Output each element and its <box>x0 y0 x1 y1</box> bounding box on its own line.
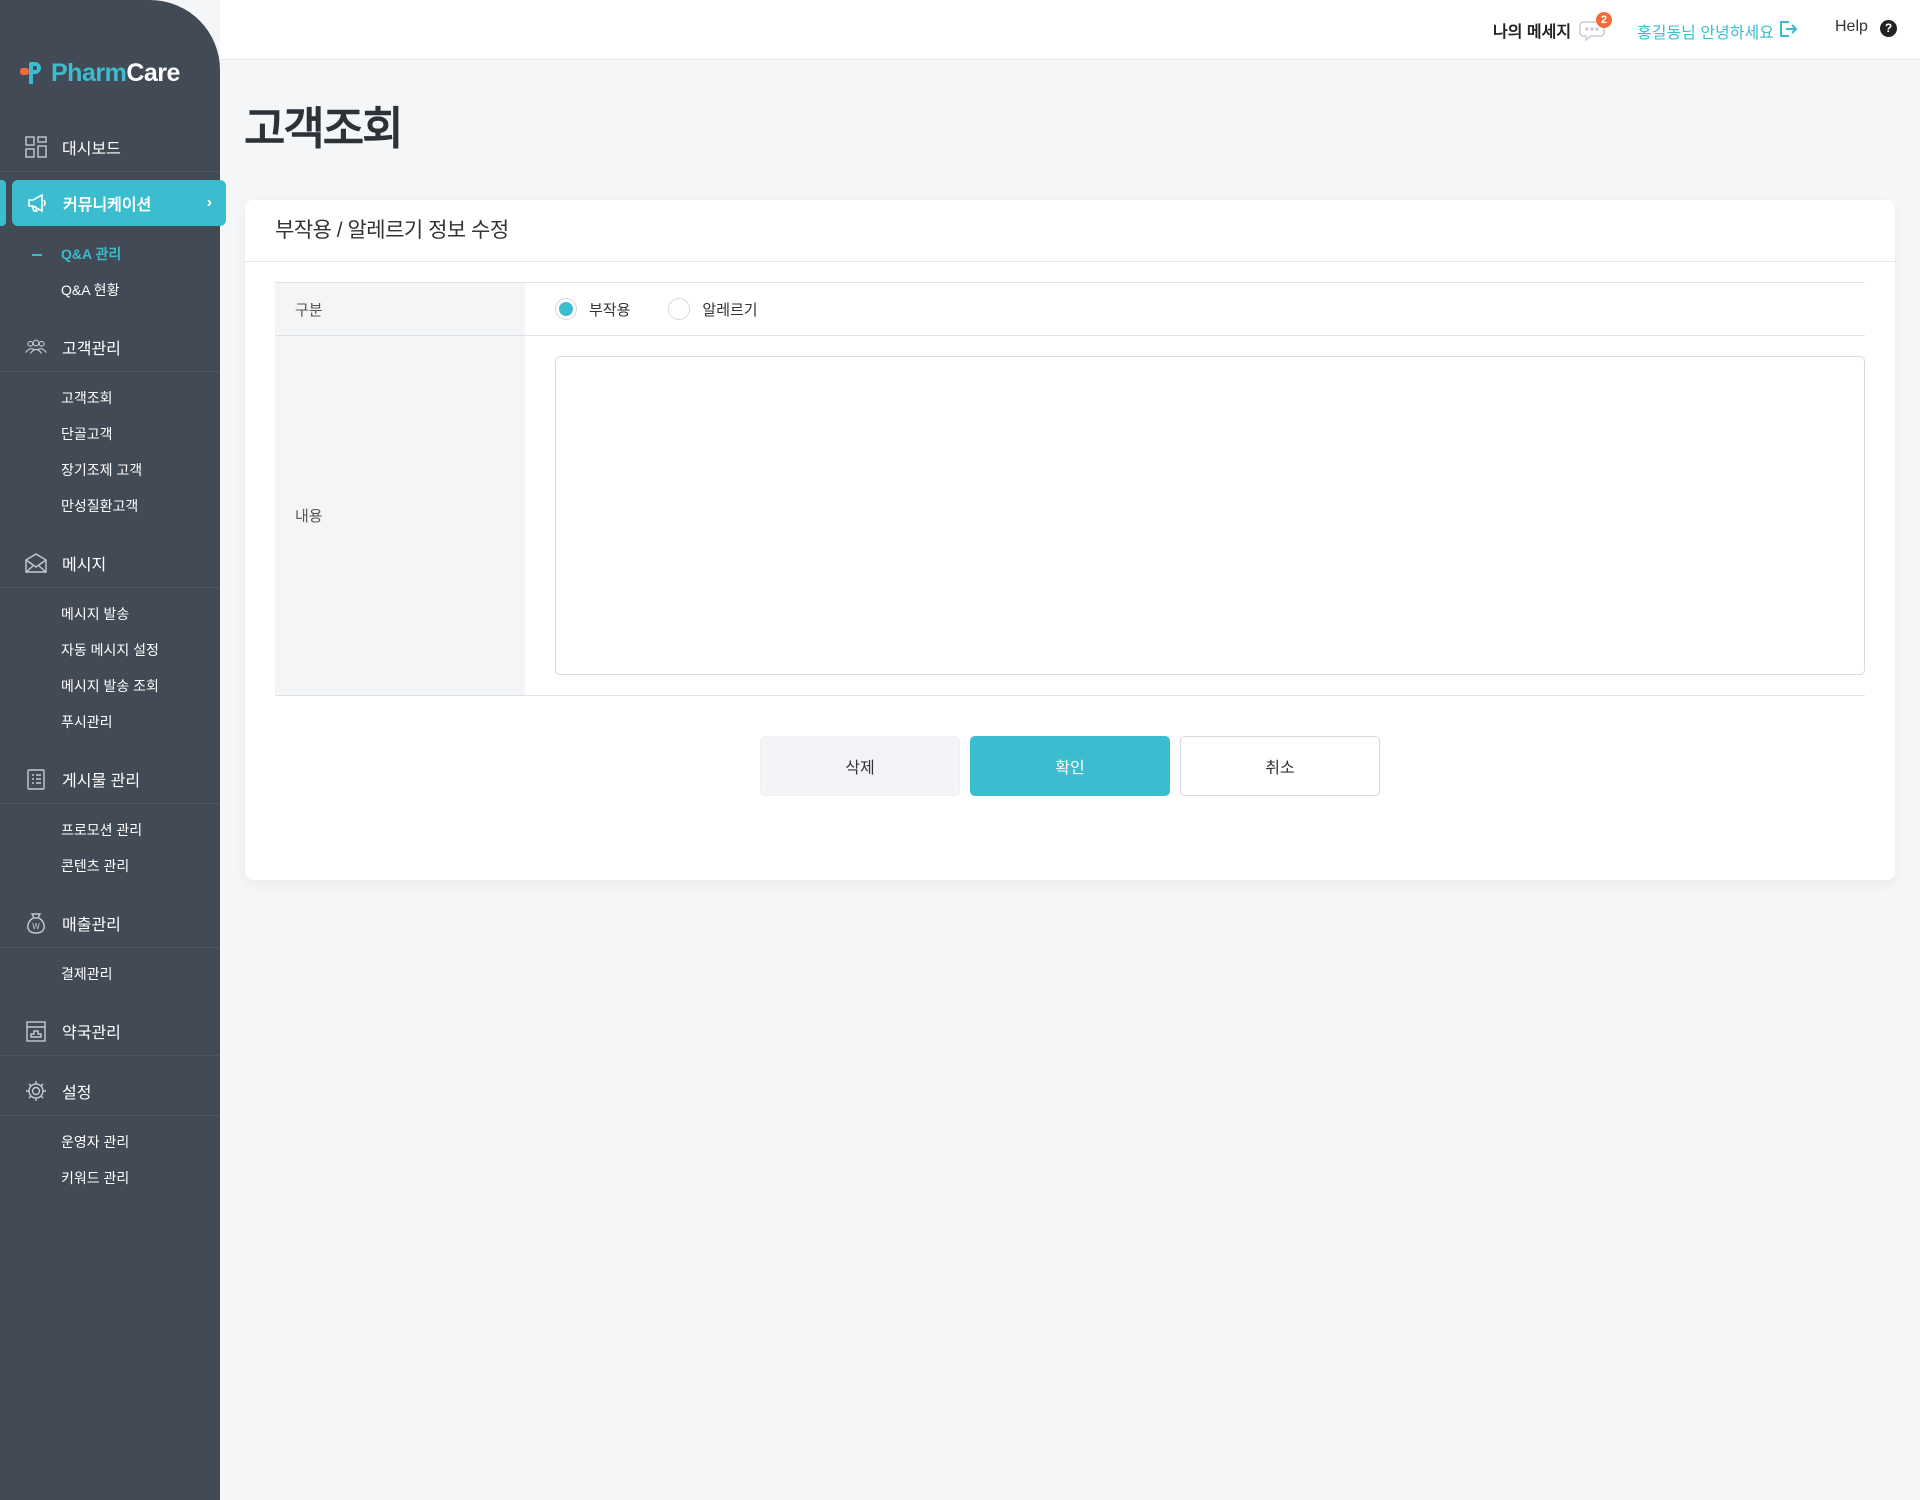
megaphone-icon <box>25 191 49 215</box>
brand-part2: Care <box>126 58 180 87</box>
sales-submenu: 결제관리 <box>0 948 220 1006</box>
sidebar-nav: 대시보드 커뮤니케이션 › Q&A 관리 Q&A 현황 고객관리 고객조회 단골… <box>0 122 226 1210</box>
pharmacy-icon <box>24 1019 48 1043</box>
logo-icon <box>20 62 42 84</box>
sidebar-item-label: 매출관리 <box>62 916 121 934</box>
radio-checked-icon[interactable] <box>555 298 577 320</box>
logo-text: PharmCare <box>51 59 180 88</box>
sidebar-subitem-qa-status[interactable]: Q&A 현황 <box>0 272 220 308</box>
sidebar-item-posts[interactable]: 게시물 관리 <box>0 754 220 804</box>
card-title: 부작용 / 알레르기 정보 수정 <box>245 200 1895 262</box>
sidebar-item-messages[interactable]: 메시지 <box>0 538 220 588</box>
edit-card: 부작용 / 알레르기 정보 수정 구분 부작용 알레르기 내용 삭제 확인 취소 <box>245 200 1895 880</box>
sidebar-item-label: 게시물 관리 <box>62 772 141 790</box>
content-cell <box>525 336 1865 695</box>
help-link[interactable]: Help <box>1835 18 1868 36</box>
sidebar-item-sales[interactable]: W 매출관리 <box>0 898 220 948</box>
posts-submenu: 프로모션 관리 콘텐츠 관리 <box>0 804 220 898</box>
sidebar-subitem-keywords[interactable]: 키워드 관리 <box>0 1160 220 1196</box>
gear-icon <box>24 1079 48 1103</box>
radio-side-effect[interactable]: 부작용 <box>555 298 630 320</box>
communication-submenu: Q&A 관리 Q&A 현황 <box>0 234 220 322</box>
type-label: 구분 <box>275 283 525 335</box>
brand-part1: Pharm <box>51 58 127 87</box>
sidebar-item-communication[interactable]: 커뮤니케이션 › <box>0 180 226 226</box>
sidebar-subitem-customer-search[interactable]: 고객조회 <box>0 380 220 416</box>
cancel-button[interactable]: 취소 <box>1180 736 1380 796</box>
chevron-right-icon: › <box>206 194 212 211</box>
svg-text:W: W <box>32 922 40 931</box>
sidebar-subitem-long-term-customers[interactable]: 장기조제 고객 <box>0 452 220 488</box>
sidebar-item-settings[interactable]: 설정 <box>0 1066 220 1116</box>
messages-submenu: 메시지 발송 자동 메시지 설정 메시지 발송 조회 푸시관리 <box>0 588 220 754</box>
settings-submenu: 운영자 관리 키워드 관리 <box>0 1116 220 1210</box>
page-title: 고객조회 <box>244 103 404 154</box>
money-bag-icon: W <box>24 911 48 935</box>
customers-submenu: 고객조회 단골고객 장기조제 고객 만성질환고객 <box>0 372 220 538</box>
mail-icon <box>24 551 48 575</box>
sidebar-subitem-contents[interactable]: 콘텐츠 관리 <box>0 848 220 884</box>
my-messages-link[interactable]: 나의 메세지 <box>1493 18 1571 42</box>
sidebar-item-label: 메시지 <box>62 556 107 574</box>
sidebar-subitem-send-message[interactable]: 메시지 발송 <box>0 596 220 632</box>
dashboard-icon <box>24 135 48 159</box>
sidebar-item-label: 고객관리 <box>62 340 121 358</box>
radio-allergy[interactable]: 알레르기 <box>668 298 758 320</box>
sidebar-subitem-message-history[interactable]: 메시지 발송 조회 <box>0 668 220 704</box>
sidebar-subitem-operators[interactable]: 운영자 관리 <box>0 1124 220 1160</box>
type-options: 부작용 알레르기 <box>525 283 1865 335</box>
help-icon[interactable]: ? <box>1880 20 1897 37</box>
user-greeting: 홍길동님 안녕하세요 <box>1637 25 1774 42</box>
sidebar: PharmCare 대시보드 커뮤니케이션 › Q&A 관리 Q&A 현황 고객… <box>0 0 226 1500</box>
content-textarea[interactable] <box>555 356 1865 675</box>
form-row-type: 구분 부작용 알레르기 <box>275 283 1865 336</box>
confirm-button[interactable]: 확인 <box>970 736 1170 796</box>
sidebar-item-label: 대시보드 <box>62 140 121 158</box>
edit-form: 구분 부작용 알레르기 내용 <box>275 282 1865 696</box>
sidebar-item-label: 설정 <box>62 1084 92 1102</box>
radio-unchecked-icon[interactable] <box>668 298 691 320</box>
sidebar-subitem-payments[interactable]: 결제관리 <box>0 956 220 992</box>
sidebar-subitem-promotions[interactable]: 프로모션 관리 <box>0 812 220 848</box>
topbar: 나의 메세지 2 홍길동님 안녕하세요 Help ? <box>220 0 1920 60</box>
action-buttons: 삭제 확인 취소 <box>760 736 1380 796</box>
sidebar-subitem-regular-customers[interactable]: 단골고객 <box>0 416 220 452</box>
radio-label: 알레르기 <box>702 301 758 319</box>
sidebar-subitem-qa-manage[interactable]: Q&A 관리 <box>0 236 220 272</box>
logout-icon[interactable] <box>1778 20 1798 38</box>
logo[interactable]: PharmCare <box>20 58 180 88</box>
sidebar-subitem-auto-message[interactable]: 자동 메시지 설정 <box>0 632 220 668</box>
sidebar-item-pharmacy[interactable]: 약국관리 <box>0 1006 220 1056</box>
radio-label: 부작용 <box>589 301 631 319</box>
form-row-content: 내용 <box>275 336 1865 696</box>
users-icon <box>24 335 48 359</box>
content-label: 내용 <box>275 336 525 695</box>
sidebar-item-dashboard[interactable]: 대시보드 <box>0 122 220 172</box>
sidebar-item-label: 약국관리 <box>62 1024 121 1042</box>
sidebar-subitem-push[interactable]: 푸시관리 <box>0 704 220 740</box>
message-count-badge: 2 <box>1596 12 1612 28</box>
sidebar-item-label: 커뮤니케이션 <box>63 197 152 214</box>
clipboard-list-icon <box>24 767 48 791</box>
delete-button[interactable]: 삭제 <box>760 736 960 796</box>
sidebar-item-customers[interactable]: 고객관리 <box>0 322 220 372</box>
sidebar-subitem-chronic-customers[interactable]: 만성질환고객 <box>0 488 220 524</box>
